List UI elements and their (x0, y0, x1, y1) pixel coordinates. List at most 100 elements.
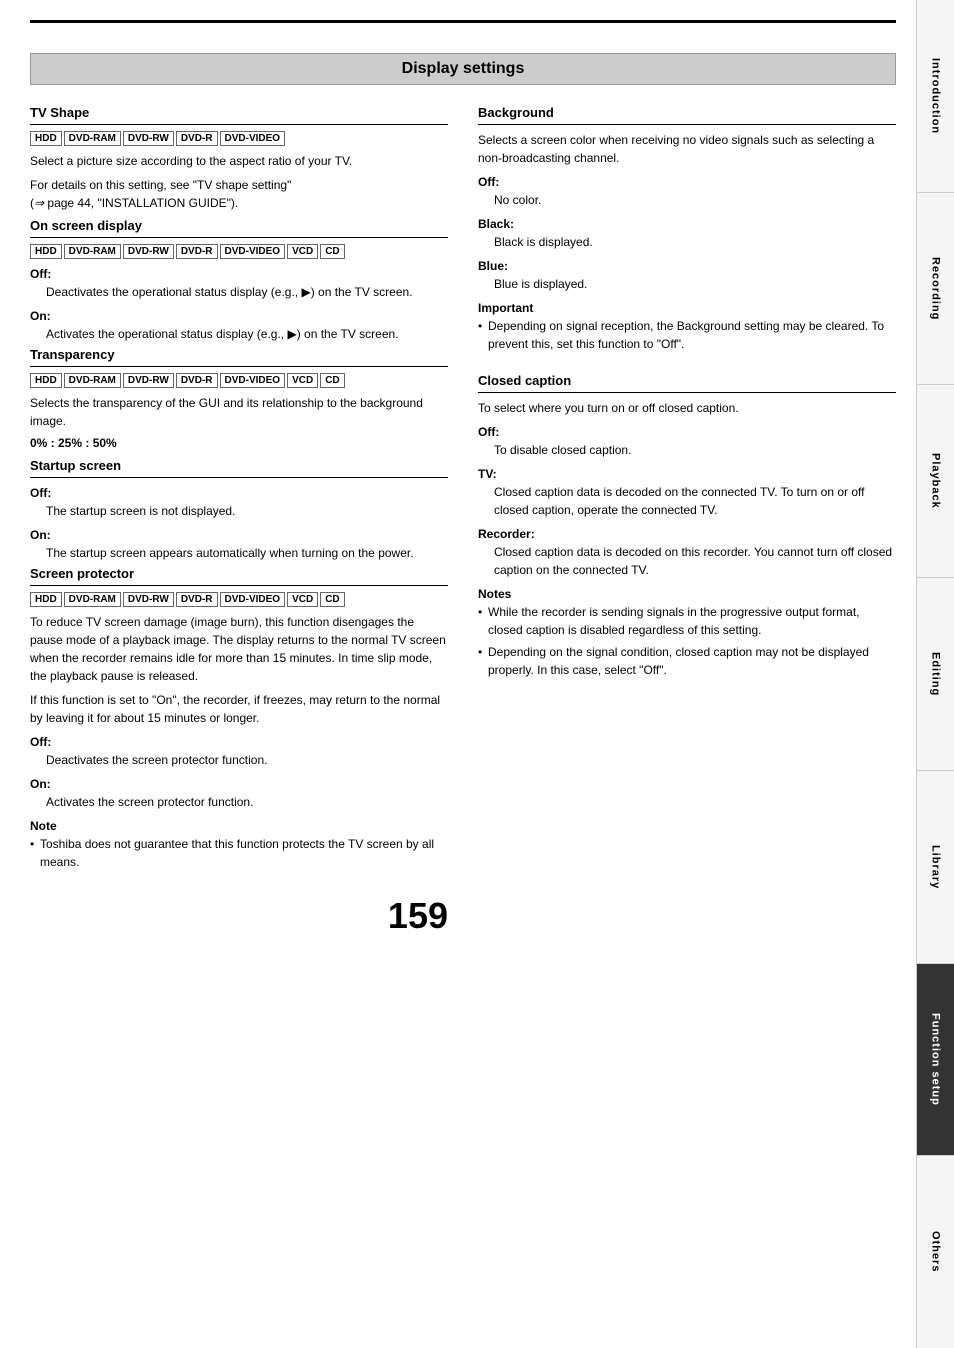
sidebar-tab-playback[interactable]: Playback (917, 385, 954, 578)
important-title: Important (478, 301, 896, 315)
badge-cd: CD (320, 244, 344, 259)
transparency-percent: 0% : 25% : 50% (30, 436, 448, 450)
osd-off-def: Deactivates the operational status displ… (30, 283, 448, 301)
sidebar-tab-function-setup[interactable]: Function setup (917, 964, 954, 1157)
badge-vcd: VCD (287, 592, 318, 607)
important-item: Depending on signal reception, the Backg… (478, 317, 896, 353)
badge-dvdram: DVD-RAM (64, 373, 121, 388)
sidebar-tab-function-setup-label: Function setup (930, 1013, 942, 1106)
badge-cd: CD (320, 592, 344, 607)
transparency-badges: HDD DVD-RAM DVD-RW DVD-R DVD-VIDEO VCD C… (30, 373, 448, 388)
closed-caption-text: To select where you turn on or off close… (478, 399, 896, 417)
sidebar-tab-others-label: Others (930, 1231, 942, 1272)
top-rule (30, 20, 896, 23)
sidebar-tab-editing[interactable]: Editing (917, 578, 954, 771)
cc-tv-def: Closed caption data is decoded on the co… (478, 483, 896, 519)
badge-vcd: VCD (287, 373, 318, 388)
closed-caption-notes: Notes While the recorder is sending sign… (478, 587, 896, 679)
badge-dvdrw: DVD-RW (123, 131, 174, 146)
divider (478, 392, 896, 393)
badge-dvdvideo: DVD-VIDEO (220, 131, 286, 146)
osd-badges: HDD DVD-RAM DVD-RW DVD-R DVD-VIDEO VCD C… (30, 244, 448, 259)
sp-off-def: Deactivates the screen protector functio… (30, 751, 448, 769)
osd-on-def: Activates the operational status display… (30, 325, 448, 343)
left-column: TV Shape HDD DVD-RAM DVD-RW DVD-R DVD-VI… (30, 105, 448, 937)
cc-recorder-def: Closed caption data is decoded on this r… (478, 543, 896, 579)
sidebar-tab-library-label: Library (930, 845, 942, 889)
main-content: Display settings TV Shape HDD DVD-RAM DV… (0, 0, 916, 1348)
page-number: 159 (388, 895, 448, 937)
badge-dvdrw: DVD-RW (123, 244, 174, 259)
bg-black-term: Black: (478, 217, 896, 231)
screen-protector-note: Note Toshiba does not guarantee that thi… (30, 819, 448, 871)
divider (30, 585, 448, 586)
startup-off-term: Off: (30, 486, 448, 500)
startup-on-term: On: (30, 528, 448, 542)
right-sidebar: Introduction Recording Playback Editing … (916, 0, 954, 1348)
badge-cd: CD (320, 373, 344, 388)
badge-vcd: VCD (287, 244, 318, 259)
divider (478, 124, 896, 125)
background-important: Important Depending on signal reception,… (478, 301, 896, 353)
badge-dvdrw: DVD-RW (123, 592, 174, 607)
badge-dvdrw: DVD-RW (123, 373, 174, 388)
startup-screen-section: Startup screen Off: The startup screen i… (30, 458, 448, 562)
page-title: Display settings (402, 60, 525, 77)
screen-protector-badges: HDD DVD-RAM DVD-RW DVD-R DVD-VIDEO VCD C… (30, 592, 448, 607)
sp-on-term: On: (30, 777, 448, 791)
badge-dvdvideo: DVD-VIDEO (220, 373, 286, 388)
bg-blue-def: Blue is displayed. (478, 275, 896, 293)
sidebar-tab-library[interactable]: Library (917, 771, 954, 964)
background-text: Selects a screen color when receiving no… (478, 131, 896, 167)
bg-off-def: No color. (478, 191, 896, 209)
divider (30, 366, 448, 367)
cc-off-def: To disable closed caption. (478, 441, 896, 459)
badge-dvdr: DVD-R (176, 244, 218, 259)
screen-protector-text1: To reduce TV screen damage (image burn),… (30, 613, 448, 685)
sidebar-tab-editing-label: Editing (930, 652, 942, 696)
startup-off-def: The startup screen is not displayed. (30, 502, 448, 520)
page-container: Display settings TV Shape HDD DVD-RAM DV… (0, 0, 954, 1348)
bg-black-def: Black is displayed. (478, 233, 896, 251)
badge-hdd: HDD (30, 131, 62, 146)
section-header: Display settings (30, 53, 896, 85)
badge-hdd: HDD (30, 244, 62, 259)
osd-off-term: Off: (30, 267, 448, 281)
badge-dvdr: DVD-R (176, 131, 218, 146)
divider (30, 477, 448, 478)
right-column: Background Selects a screen color when r… (478, 105, 896, 937)
tv-shape-text2: For details on this setting, see "TV sha… (30, 176, 448, 212)
sp-on-def: Activates the screen protector function. (30, 793, 448, 811)
note-title: Note (30, 819, 448, 833)
osd-on-term: On: (30, 309, 448, 323)
sidebar-tab-recording[interactable]: Recording (917, 193, 954, 386)
badge-dvdram: DVD-RAM (64, 592, 121, 607)
cc-tv-term: TV: (478, 467, 896, 481)
note-item-1: While the recorder is sending signals in… (478, 603, 896, 639)
bg-off-term: Off: (478, 175, 896, 189)
sidebar-tab-introduction-label: Introduction (930, 58, 942, 134)
two-column-layout: TV Shape HDD DVD-RAM DVD-RW DVD-R DVD-VI… (30, 105, 896, 937)
badge-hdd: HDD (30, 592, 62, 607)
badge-dvdram: DVD-RAM (64, 244, 121, 259)
tv-shape-badges: HDD DVD-RAM DVD-RW DVD-R DVD-VIDEO (30, 131, 448, 146)
badge-dvdram: DVD-RAM (64, 131, 121, 146)
transparency-text: Selects the transparency of the GUI and … (30, 394, 448, 430)
note-item-2: Depending on the signal condition, close… (478, 643, 896, 679)
closed-caption-section: Closed caption To select where you turn … (478, 373, 896, 679)
page-number-area: 159 (30, 875, 448, 937)
cc-off-term: Off: (478, 425, 896, 439)
badge-dvdr: DVD-R (176, 373, 218, 388)
notes-title: Notes (478, 587, 896, 601)
sidebar-tab-others[interactable]: Others (917, 1156, 954, 1348)
sidebar-tab-introduction[interactable]: Introduction (917, 0, 954, 193)
background-title: Background (478, 105, 896, 120)
on-screen-display-title: On screen display (30, 218, 448, 233)
divider (30, 237, 448, 238)
screen-protector-text2: If this function is set to "On", the rec… (30, 691, 448, 727)
transparency-section: Transparency HDD DVD-RAM DVD-RW DVD-R DV… (30, 347, 448, 450)
on-screen-display-section: On screen display HDD DVD-RAM DVD-RW DVD… (30, 218, 448, 343)
sidebar-tab-playback-label: Playback (930, 453, 942, 509)
cc-recorder-term: Recorder: (478, 527, 896, 541)
badge-hdd: HDD (30, 373, 62, 388)
